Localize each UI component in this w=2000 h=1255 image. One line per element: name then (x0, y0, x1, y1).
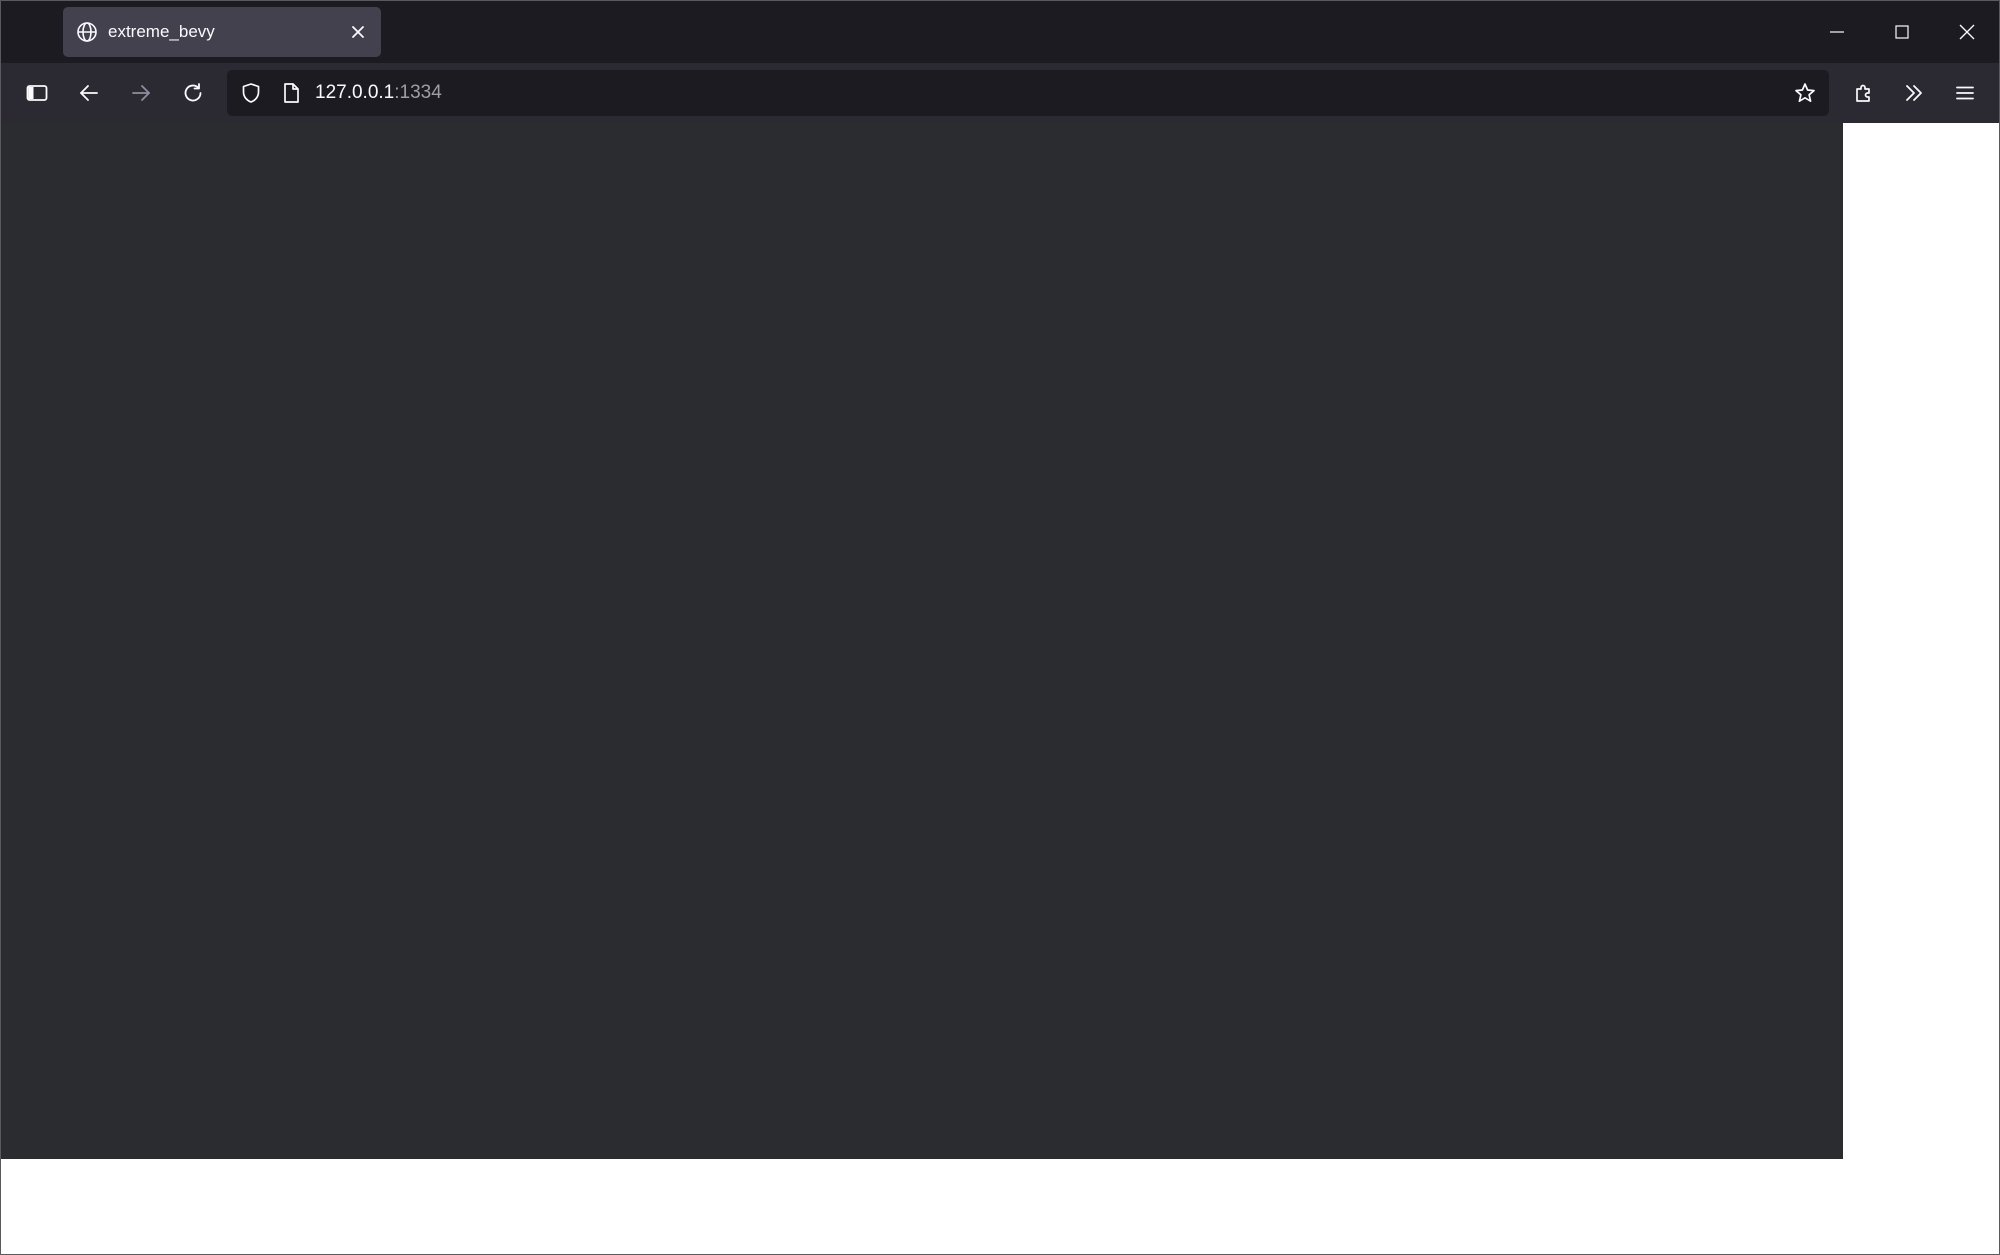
close-icon[interactable] (345, 19, 371, 45)
close-window-button[interactable] (1934, 1, 1999, 63)
page-icon[interactable] (279, 81, 303, 105)
forward-button[interactable] (121, 73, 161, 113)
chevron-double-right-icon (1902, 81, 1926, 105)
tab-extreme-bevy[interactable]: extreme_bevy (63, 7, 381, 57)
page-content (1, 123, 1999, 1254)
close-icon (1958, 23, 1976, 41)
star-icon[interactable] (1793, 81, 1817, 105)
maximize-icon (1893, 23, 1911, 41)
back-button[interactable] (69, 73, 109, 113)
window-controls (1804, 1, 1999, 63)
reload-icon (181, 81, 205, 105)
shield-icon[interactable] (239, 81, 263, 105)
url-text[interactable]: 127.0.0.1:1334 (315, 70, 442, 116)
minimize-button[interactable] (1804, 1, 1869, 63)
arrow-right-icon (129, 81, 153, 105)
url-port: :1334 (394, 82, 442, 103)
url-bar[interactable]: 127.0.0.1:1334 (227, 70, 1829, 116)
browser-window: extreme_bevy 127.0.0.1:1334 (0, 0, 2000, 1255)
globe-icon (75, 20, 99, 44)
minimize-icon (1828, 23, 1846, 41)
tab-title: extreme_bevy (108, 22, 215, 41)
extensions-button[interactable] (1844, 73, 1884, 113)
game-canvas[interactable] (1, 123, 1843, 1159)
hamburger-menu-icon (1953, 81, 1977, 105)
arrow-left-icon (77, 81, 101, 105)
sidebar-button[interactable] (17, 73, 57, 113)
reload-button[interactable] (173, 73, 213, 113)
app-menu-button[interactable] (1945, 73, 1985, 113)
maximize-button[interactable] (1869, 1, 1934, 63)
url-host: 127.0.0.1 (315, 82, 395, 103)
sidebar-icon (25, 81, 49, 105)
navigation-toolbar: 127.0.0.1:1334 (1, 63, 1999, 123)
tab-strip: extreme_bevy (1, 1, 1999, 63)
overflow-button[interactable] (1894, 73, 1934, 113)
puzzle-icon (1852, 81, 1876, 105)
